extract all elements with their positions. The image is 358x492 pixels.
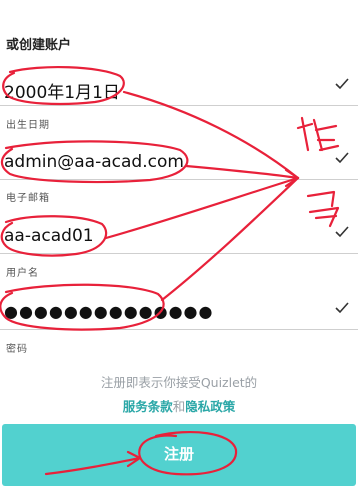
email-label: 电子邮箱 [6,193,50,204]
checkmark-icon [335,226,349,238]
birthday-label: 出生日期 [6,120,50,131]
email-value: admin@aa-acad.com [4,152,184,172]
privacy-policy-link[interactable]: 隐私政策 [185,399,235,414]
checkmark-icon [335,302,349,314]
page-title: 或创建账户 [6,38,72,53]
password-label: 密码 [6,344,28,355]
terms-of-service-link[interactable]: 服务条款 [123,399,173,414]
checkmark-icon [335,152,349,164]
username-value: aa-acad01 [4,226,94,246]
annotation-handwriting [296,116,340,152]
field-underline [0,329,358,330]
terms-links: 服务条款和隐私政策 [0,396,358,415]
signup-button-label: 注册 [163,445,194,463]
terms-and: 和 [172,399,186,414]
password-value: ●●●●●●●●●●●●●● [4,302,214,321]
field-underline [0,253,358,254]
annotation-handwriting [306,190,340,228]
password-field[interactable]: ●●●●●●●●●●●●●● [0,298,358,330]
field-underline [0,105,358,106]
signup-screen: 或创建账户 2000年1月1日 出生日期 admin@aa-acad.com 电… [0,0,358,492]
birthday-value: 2000年1月1日 [4,83,120,103]
signup-button[interactable]: 注册 [2,424,356,486]
email-field[interactable]: admin@aa-acad.com [0,148,358,180]
terms-text: 注册即表示你接受Quizlet的 [100,375,258,390]
username-field[interactable]: aa-acad01 [0,222,358,254]
field-underline [0,179,358,180]
username-label: 用户名 [6,268,39,279]
checkmark-icon [335,78,349,90]
birthday-field[interactable]: 2000年1月1日 [0,74,358,106]
